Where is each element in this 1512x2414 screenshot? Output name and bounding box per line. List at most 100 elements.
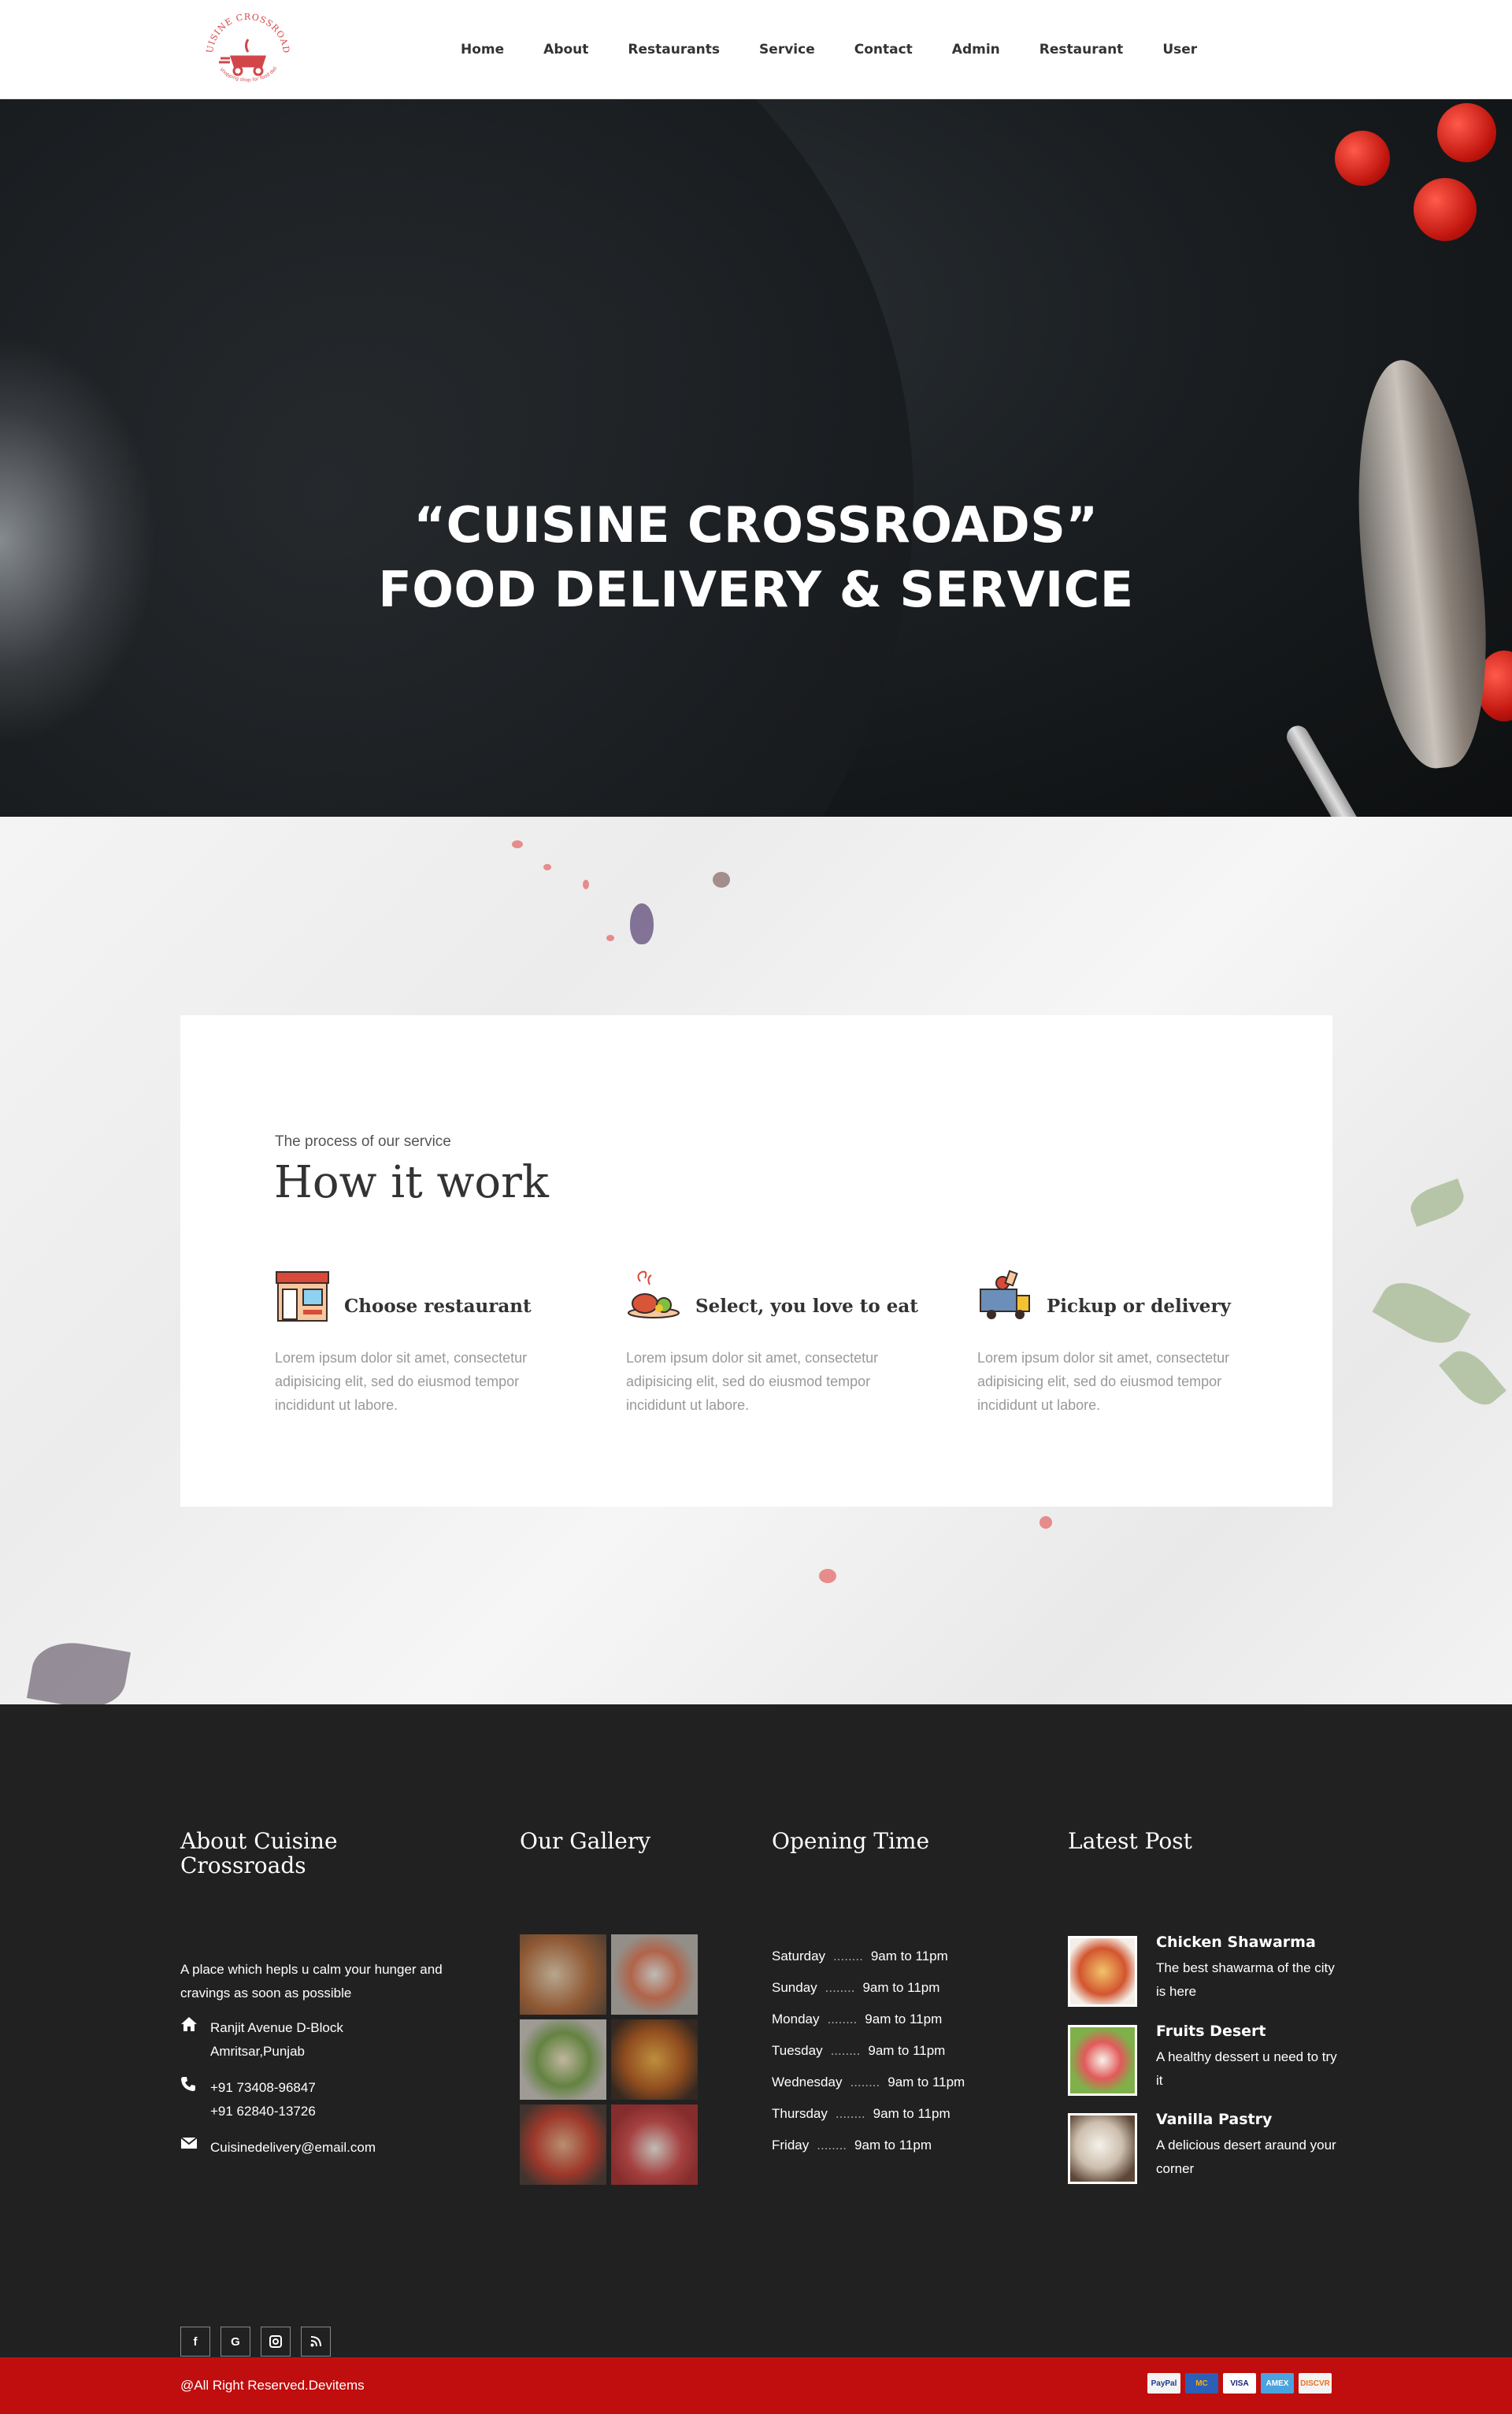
- step-text: Lorem ipsum dolor sit amet, consectetur …: [626, 1350, 879, 1413]
- step-text: Lorem ipsum dolor sit amet, consectetur …: [275, 1350, 528, 1413]
- hours-dots: ........: [833, 1949, 863, 1963]
- hours-time: 9am to 11pm: [870, 1949, 948, 1963]
- footer-latest-posts: Latest Post Chicken Shawarma The best sh…: [1068, 1828, 1337, 2184]
- payment-methods: PayPal MC VISA AMEX DISCVR: [1147, 2373, 1332, 2394]
- home-icon: [180, 2016, 210, 2034]
- paypal-icon: PayPal: [1147, 2373, 1180, 2394]
- hours-list: Saturday........ 9am to 11pm Sunday......…: [772, 1941, 965, 2161]
- footer-posts-title: Latest Post: [1068, 1828, 1192, 1854]
- hours-row: Saturday........ 9am to 11pm: [772, 1941, 965, 1972]
- latest-post-item[interactable]: Fruits Desert A healthy dessert u need t…: [1068, 2023, 1337, 2100]
- step-title: Select, you love to eat: [695, 1296, 918, 1317]
- hours-time: 9am to 11pm: [865, 2012, 943, 2026]
- footer-about-title-line1: About Cuisine: [180, 1828, 338, 1854]
- petal-decoration: [630, 903, 654, 944]
- phone-icon: [180, 2076, 210, 2093]
- nav-service[interactable]: Service: [739, 42, 835, 57]
- post-title[interactable]: Vanilla Pastry: [1156, 2111, 1272, 2128]
- address-line2: Amritsar,Punjab: [210, 2044, 305, 2059]
- nav-restaurants[interactable]: Restaurants: [608, 42, 739, 57]
- rss-icon[interactable]: [301, 2327, 331, 2357]
- copyright-text: @All Right Reserved.Devitems: [180, 2378, 365, 2393]
- facebook-icon[interactable]: f: [180, 2327, 210, 2357]
- mail-icon: [180, 2136, 210, 2153]
- gallery-thumbnail[interactable]: [520, 2104, 606, 2185]
- latest-post-item[interactable]: Vanilla Pastry A delicious desert araund…: [1068, 2111, 1336, 2188]
- hours-time: 9am to 11pm: [873, 2106, 951, 2121]
- footer-address-text: Ranjit Avenue D-Block Amritsar,Punjab: [210, 2016, 343, 2064]
- petal-decoration: [583, 880, 589, 889]
- nav-home[interactable]: Home: [441, 42, 524, 57]
- footer-phone-text: +91 73408-96847 +91 62840-13726: [210, 2076, 316, 2123]
- phone-number-2[interactable]: +91 62840-13726: [210, 2100, 316, 2123]
- how-it-works-section: The process of our service How it work C…: [0, 817, 1512, 1704]
- post-excerpt: A delicious desert araund your corner: [1156, 2138, 1336, 2176]
- nav-contact[interactable]: Contact: [835, 42, 932, 57]
- top-navbar: CUISINE CROSSROADS Best shopping shop fo…: [0, 0, 1512, 99]
- petal-decoration: [713, 872, 730, 888]
- hours-day: Saturday: [772, 1949, 826, 1963]
- mastercard-icon: MC: [1185, 2373, 1218, 2394]
- footer-email-text[interactable]: Cuisinedelivery@email.com: [210, 2136, 376, 2160]
- herb-decoration: [1406, 1178, 1469, 1227]
- hero-title-line1: “CUISINE CROSSROADS”: [413, 496, 1099, 554]
- footer-gallery-title: Our Gallery: [520, 1828, 651, 1854]
- post-thumbnail[interactable]: [1068, 1936, 1137, 2007]
- hours-time: 9am to 11pm: [862, 1980, 940, 1995]
- gallery-thumbnail[interactable]: [520, 2019, 606, 2100]
- instagram-icon[interactable]: [261, 2327, 291, 2357]
- post-excerpt: The best shawarma of the city is here: [1156, 1960, 1335, 1999]
- petal-decoration: [606, 935, 614, 941]
- nav-restaurant[interactable]: Restaurant: [1020, 42, 1143, 57]
- latest-post-item[interactable]: Chicken Shawarma The best shawarma of th…: [1068, 1934, 1336, 2011]
- petal-decoration: [512, 840, 523, 848]
- hours-day: Thursday: [772, 2106, 828, 2121]
- svg-text:CUISINE CROSSROADS: CUISINE CROSSROADS: [197, 6, 291, 54]
- hours-day: Sunday: [772, 1980, 817, 1995]
- phone-number-1[interactable]: +91 73408-96847: [210, 2076, 316, 2100]
- how-it-works-card: The process of our service How it work C…: [180, 1015, 1332, 1507]
- tomato-decoration: [1437, 103, 1496, 162]
- nav-admin[interactable]: Admin: [932, 42, 1020, 57]
- hours-time: 9am to 11pm: [868, 2043, 946, 2058]
- step-title: Choose restaurant: [344, 1296, 532, 1317]
- footer-phone: +91 73408-96847 +91 62840-13726: [180, 2076, 316, 2123]
- nav-about[interactable]: About: [524, 42, 608, 57]
- gallery-thumbnail[interactable]: [611, 2104, 698, 2185]
- hours-time: 9am to 11pm: [854, 2138, 932, 2153]
- address-line1: Ranjit Avenue D-Block: [210, 2020, 343, 2035]
- hero-title-line2: FOOD DELIVERY & SERVICE: [378, 561, 1134, 618]
- google-icon[interactable]: G: [220, 2327, 250, 2357]
- delivery-truck-icon: [977, 1267, 1032, 1322]
- hours-day: Wednesday: [772, 2075, 843, 2090]
- footer-hours-title: Opening Time: [772, 1828, 930, 1854]
- visa-icon: VISA: [1223, 2373, 1256, 2394]
- brand-logo[interactable]: CUISINE CROSSROADS Best shopping shop fo…: [193, 0, 299, 93]
- tomato-decoration: [1414, 178, 1477, 241]
- hours-dots: ........: [827, 2012, 858, 2026]
- amex-icon: AMEX: [1261, 2373, 1294, 2394]
- gallery-thumbnail[interactable]: [520, 1934, 606, 2015]
- step-text: Lorem ipsum dolor sit amet, consectetur …: [977, 1350, 1230, 1413]
- hours-time: 9am to 11pm: [888, 2075, 965, 2090]
- gallery-grid: [520, 1934, 698, 2185]
- footer-email: Cuisinedelivery@email.com: [180, 2136, 376, 2160]
- post-excerpt: A healthy dessert u need to try it: [1156, 2049, 1337, 2088]
- post-thumbnail[interactable]: [1068, 2113, 1137, 2184]
- hours-row: Thursday........ 9am to 11pm: [772, 2098, 965, 2130]
- nav-user[interactable]: User: [1143, 42, 1217, 57]
- hero-title: “CUISINE CROSSROADS” FOOD DELIVERY & SER…: [0, 493, 1512, 622]
- post-title[interactable]: Chicken Shawarma: [1156, 1934, 1316, 1951]
- section-eyebrow: The process of our service: [275, 1133, 451, 1150]
- hours-dots: ........: [850, 2075, 880, 2090]
- restaurant-icon: [275, 1267, 330, 1322]
- post-thumbnail[interactable]: [1068, 2025, 1137, 2096]
- hours-dots: ........: [817, 2138, 847, 2153]
- post-title[interactable]: Fruits Desert: [1156, 2023, 1266, 2040]
- hours-dots: ........: [830, 2043, 861, 2058]
- section-title: How it work: [274, 1157, 549, 1208]
- hours-row: Tuesday........ 9am to 11pm: [772, 2035, 965, 2067]
- gallery-thumbnail[interactable]: [611, 1934, 698, 2015]
- hours-day: Friday: [772, 2138, 810, 2153]
- gallery-thumbnail[interactable]: [611, 2019, 698, 2100]
